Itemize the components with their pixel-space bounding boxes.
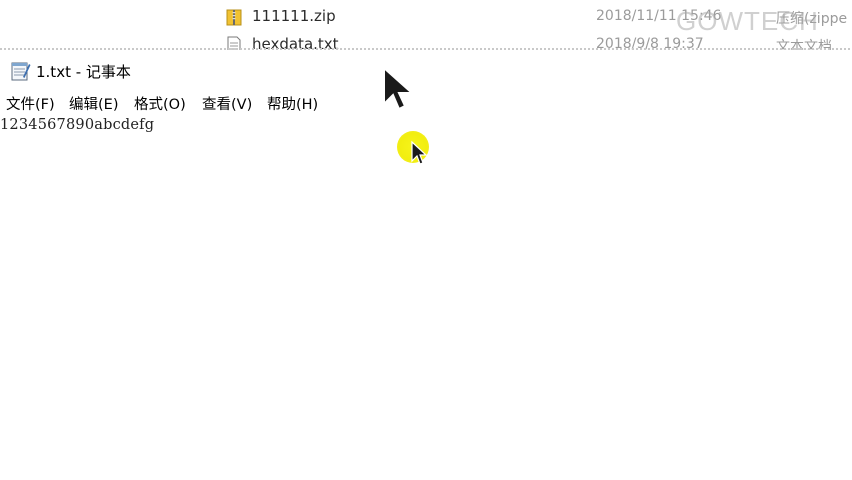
mouse-pointer-icon	[411, 140, 428, 165]
window-title: 1.txt - 记事本	[36, 63, 131, 81]
divider	[0, 48, 852, 50]
title-bar[interactable]: 1.txt - 记事本	[0, 55, 852, 87]
explorer-file-list: 111111.zip 2018/11/11 15:46 压缩(zippe hex…	[0, 0, 852, 50]
menu-edit[interactable]: 编辑(E)	[68, 93, 119, 114]
file-name: 111111.zip	[252, 7, 336, 25]
editor-content: 1234567890abcdefg	[0, 117, 155, 133]
zip-folder-icon	[226, 9, 242, 26]
text-editor-area[interactable]: 1234567890abcdefg	[0, 116, 852, 480]
watermark: GOWTECH	[676, 6, 819, 36]
mouse-pointer-icon	[383, 66, 415, 111]
menu-bar: 文件(F) 编辑(E) 格式(O) 查看(V) 帮助(H)	[0, 92, 852, 114]
menu-file[interactable]: 文件(F)	[5, 93, 56, 114]
menu-format[interactable]: 格式(O)	[133, 93, 187, 114]
menu-view[interactable]: 查看(V)	[201, 93, 253, 114]
menu-help[interactable]: 帮助(H)	[266, 93, 319, 114]
notepad-icon	[11, 62, 31, 81]
